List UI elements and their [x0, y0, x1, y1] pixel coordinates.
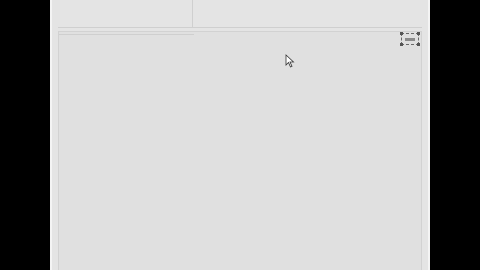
content-panel[interactable] — [58, 31, 422, 270]
app-window — [50, 0, 430, 270]
resize-corner-top-right[interactable] — [417, 32, 420, 35]
resize-corner-bottom-left[interactable] — [400, 43, 403, 46]
resize-corner-top-left[interactable] — [400, 32, 403, 35]
panel-divider — [59, 32, 194, 35]
resize-grip — [405, 37, 415, 41]
mouse-pointer-icon — [285, 54, 295, 68]
resize-handle-icon[interactable] — [400, 32, 420, 46]
top-toolbar — [58, 0, 422, 28]
top-left-panel[interactable] — [58, 0, 193, 28]
resize-corner-bottom-right[interactable] — [417, 43, 420, 46]
